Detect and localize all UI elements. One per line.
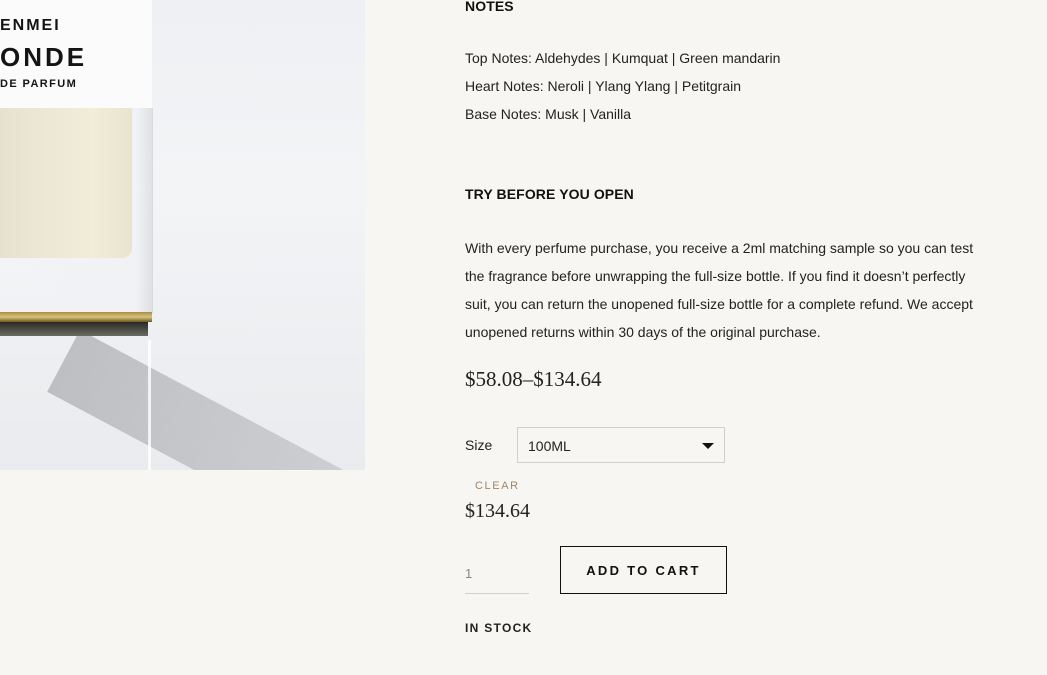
bottle-base-gold [0, 312, 152, 322]
try-before-heading: TRY BEFORE YOU OPEN [465, 186, 634, 202]
try-before-description: With every perfume purchase, you receive… [465, 240, 974, 340]
bottle-label-type: DE PARFUM [0, 78, 78, 90]
notes-heading: NOTES [465, 0, 514, 14]
bottle-label-name: ONDE [0, 42, 88, 72]
base-notes: Base Notes: Musk | Vanilla [465, 106, 632, 122]
size-label: Size [465, 437, 493, 453]
chevron-down-icon [702, 443, 714, 449]
add-to-cart-button[interactable]: ADD TO CART [560, 546, 727, 594]
stock-status: IN STOCK [465, 621, 533, 635]
size-select[interactable]: 100ML [517, 427, 725, 463]
top-notes: Top Notes: Aldehydes | Kumquat | Green m… [465, 50, 781, 66]
product-image: ENMEI ONDE DE PARFUM [0, 0, 365, 470]
bottle-liquid [0, 108, 132, 258]
light-streak [148, 340, 151, 470]
price-range: $58.08–$134.64 [465, 367, 602, 391]
size-selected-value: 100ML [528, 438, 571, 454]
heart-notes: Heart Notes: Neroli | Ylang Ylang | Peti… [465, 78, 742, 94]
clear-link[interactable]: CLEAR [475, 480, 520, 492]
current-price: $134.64 [465, 500, 530, 522]
bottle-label: ENMEI ONDE DE PARFUM [0, 0, 152, 108]
bottle-label-brand: ENMEI [0, 17, 61, 34]
bottle-shadow [47, 330, 365, 470]
quantity-input[interactable] [465, 554, 529, 594]
bottle-base [0, 322, 148, 336]
